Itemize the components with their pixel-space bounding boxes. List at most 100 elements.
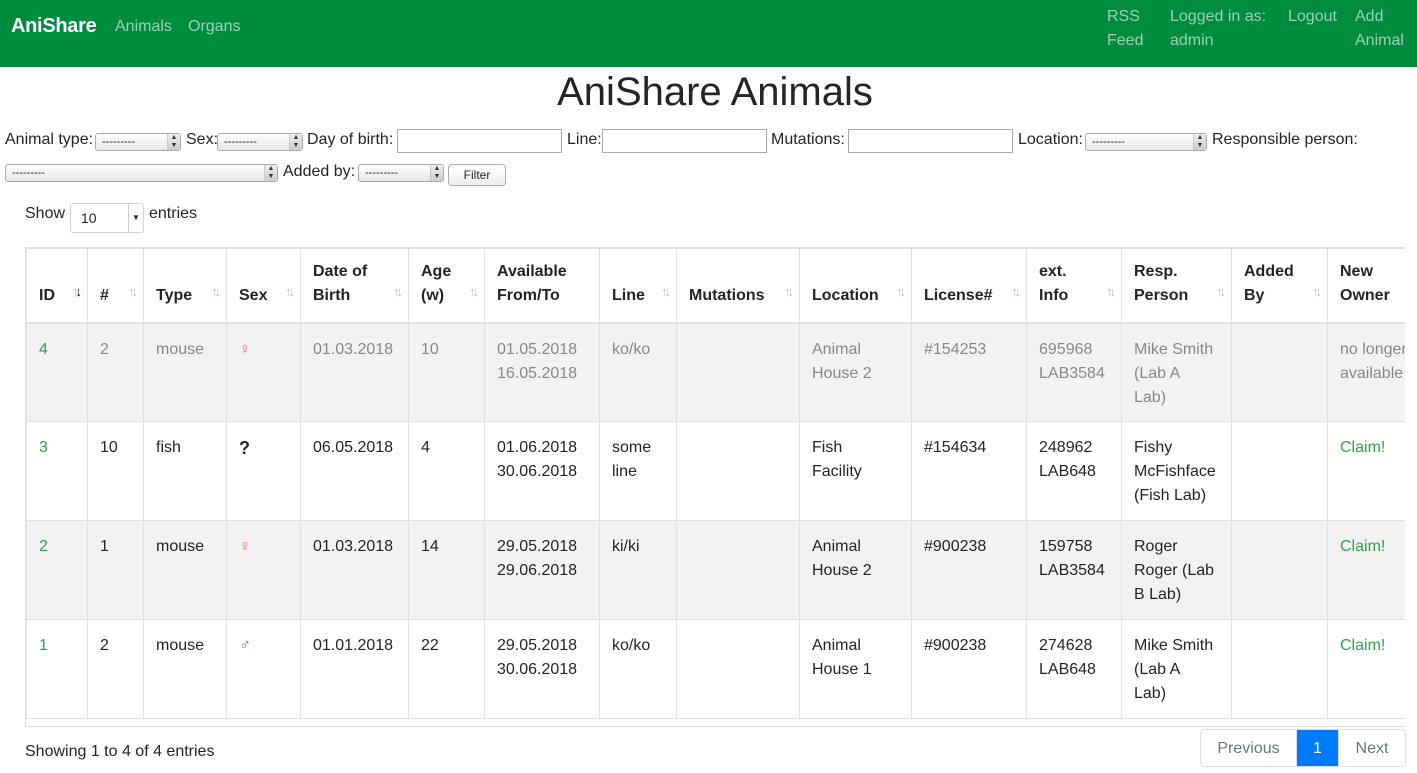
dob-cell: 06.05.2018 [300,421,409,521]
license-cell: #900238 [911,619,1027,719]
col-header-line[interactable]: Line ↑↓ [599,248,677,324]
table-row: 3 10 fish ? 06.05.2018 4 01.06.2018 30.06… [26,421,1405,521]
unknown-sex-icon: ? [239,438,250,458]
col-header-dob-line2: Birth [313,286,351,304]
sex-select[interactable]: --------- ▲ ▼ [217,133,303,151]
ext-info-line2: LAB648 [1039,661,1096,678]
available-from: 29.05.2018 [497,637,578,654]
previous-page-button[interactable]: Previous [1201,730,1297,766]
claim-link[interactable]: Claim! [1340,637,1385,654]
type-cell: mouse [143,619,227,719]
sort-icon: ↑↓ [1312,283,1322,299]
nav-organs-link[interactable]: Organs [188,18,240,36]
col-header-count-label: # [100,286,109,304]
col-header-added-by[interactable]: Added By ↑↓ [1231,248,1328,324]
col-header-ext-line1: ext. [1039,262,1067,280]
responsible-person-select[interactable]: --------- ▲ ▼ [5,164,278,182]
col-header-available-line1: Available [497,262,567,280]
license-cell: #154634 [911,421,1027,521]
resp-person-line3: Lab) [1134,388,1167,406]
owner-status-line1: no longer [1340,340,1405,358]
select-arrows-icon: ▲ ▼ [1193,134,1206,150]
sort-desc-icon: ↑↓ [72,283,82,299]
sort-icon: ↑↓ [896,283,906,299]
animal-id-link[interactable]: 3 [39,439,48,456]
location-line1: Fish [812,439,843,456]
col-header-location[interactable]: Location ↑↓ [799,248,912,324]
animal-id-link[interactable]: 2 [39,538,48,555]
available-from: 01.05.2018 [497,340,578,358]
sex-value: --------- [224,136,257,148]
age-cell: 14 [408,520,485,620]
col-header-added-line1: Added [1244,262,1294,280]
col-header-location-label: Location [812,286,879,304]
col-header-available-line2: From/To [497,286,560,304]
available-to: 30.06.2018 [497,661,578,678]
animal-id-link[interactable]: 4 [39,341,48,358]
col-header-ext-info[interactable]: ext. Info ↑↓ [1026,248,1122,324]
location-line1: Animal [812,340,861,358]
claim-link[interactable]: Claim! [1340,538,1385,555]
ext-info-line2: LAB3584 [1039,562,1105,579]
resp-person-line1: Mike Smith [1134,637,1214,654]
col-header-resp-person[interactable]: Resp. Person ↑↓ [1121,248,1232,324]
sort-icon: ↑↓ [285,283,295,299]
dropdown-arrow-icon: ▼ [128,204,143,232]
line-input[interactable] [602,129,767,153]
next-page-button[interactable]: Next [1338,730,1405,766]
sort-icon: ↑↓ [393,283,403,299]
added-by-select[interactable]: --------- ▲ ▼ [358,164,444,182]
col-header-license[interactable]: License# ↑↓ [911,248,1027,324]
col-header-type[interactable]: Type ↑↓ [143,248,227,324]
logged-in-label: Logged in as: [1170,8,1267,25]
select-arrows-icon: ▲ ▼ [430,165,443,181]
nav-animals-link[interactable]: Animals [115,18,172,36]
animal-type-select[interactable]: --------- ▲ ▼ [95,133,181,151]
entries-label: entries [149,205,198,222]
age-cell: 10 [408,322,485,422]
count-cell: 2 [87,619,144,719]
col-header-dob[interactable]: Date of Birth ↑↓ [300,248,409,324]
ext-info-line1: 159758 [1039,538,1093,555]
location-select[interactable]: --------- ▲ ▼ [1085,133,1207,151]
dob-input[interactable] [397,129,562,153]
added-by-value: --------- [365,167,398,179]
page-1-button[interactable]: 1 [1297,730,1338,766]
col-header-mutations[interactable]: Mutations ↑↓ [676,248,800,324]
sex-label: Sex: [186,131,219,148]
animal-type-value: --------- [102,136,135,148]
line-cell-line2: line [612,463,637,480]
added-by-label: Added by: [283,163,356,180]
col-header-age-line1: Age [421,262,452,280]
female-icon: ♀ [239,340,251,358]
line-cell: ki/ki [599,520,677,620]
sort-icon: ↑↓ [1106,283,1116,299]
col-header-count[interactable]: # ↑↓ [87,248,144,324]
col-header-new-owner[interactable]: New Owner [1327,248,1405,324]
col-header-owner-line2: Owner [1340,286,1390,304]
col-header-available[interactable]: Available From/To [484,248,600,324]
col-header-sex[interactable]: Sex ↑↓ [226,248,301,324]
animal-id-link[interactable]: 1 [39,637,48,654]
page-length-value: 10 [81,210,97,226]
added-by-cell [1231,520,1328,620]
rss-feed-link[interactable]: RSS Feed [1107,5,1143,53]
add-animal-link[interactable]: Add Animal [1355,5,1404,53]
resp-person-line2: Roger (Lab [1134,562,1215,579]
table-row: 2 1 mouse ♀ 01.03.2018 14 29.05.2018 29.0… [26,520,1405,620]
sort-icon: ↑↓ [211,283,221,299]
col-header-id[interactable]: ID ↑↓ [26,248,88,324]
col-header-age[interactable]: Age (w) ↑↓ [408,248,485,324]
filter-button[interactable]: Filter [448,164,506,186]
select-arrows-icon: ▲ ▼ [167,134,180,150]
mutations-input[interactable] [848,129,1013,153]
male-icon: ♂ [239,637,251,654]
table-row: 1 2 mouse ♂ 01.01.2018 22 29.05.2018 30.0… [26,619,1405,719]
col-header-added-line2: By [1244,286,1265,304]
brand-link[interactable]: AniShare [11,15,97,38]
claim-link[interactable]: Claim! [1340,439,1385,456]
resp-person-line2: McFishface [1134,463,1216,480]
logout-link[interactable]: Logout [1288,5,1337,29]
page-length-select[interactable]: 10 ▼ [70,203,144,233]
available-from: 01.06.2018 [497,439,578,456]
